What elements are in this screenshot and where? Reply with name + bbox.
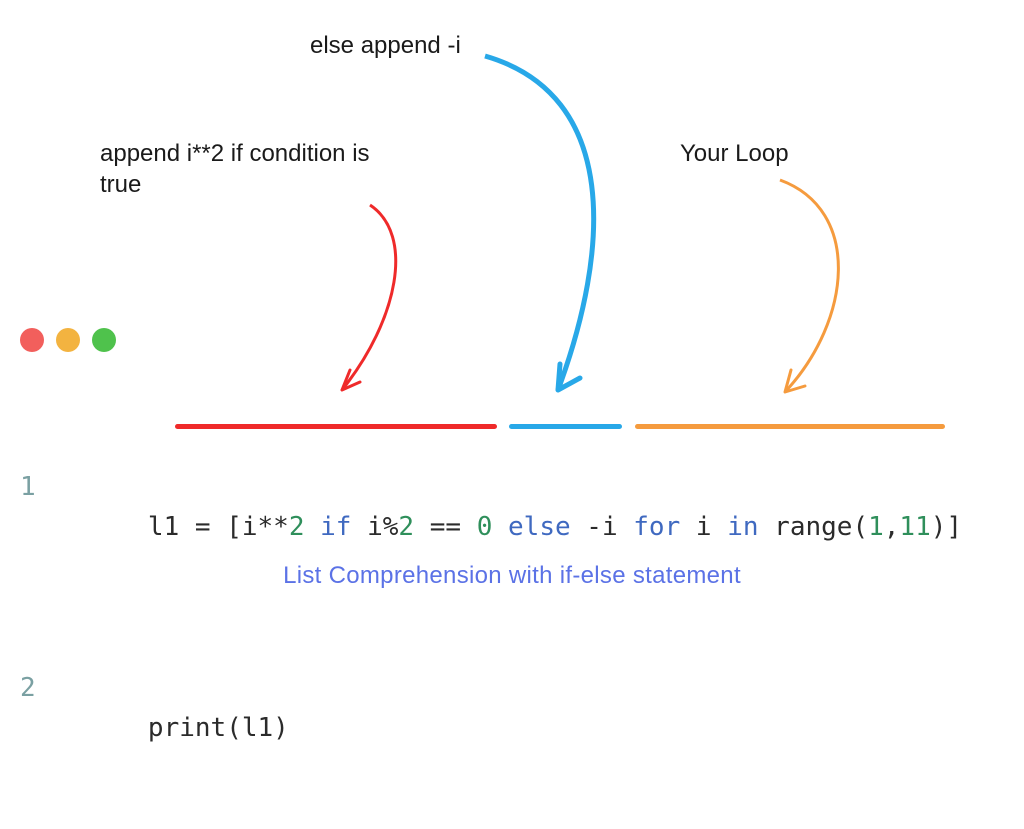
code-line-2: 2 print(l1) — [20, 668, 962, 789]
fn-print: print — [148, 713, 226, 743]
fn-range: range — [774, 512, 852, 542]
caption: List Comprehension with if-else statemen… — [0, 562, 1024, 590]
arrow-if — [342, 205, 396, 390]
underline-if — [175, 424, 497, 429]
annotation-loop: Your Loop — [680, 138, 789, 169]
arrow-else — [485, 56, 594, 390]
code-snippet: 1 l1 = [i**2 if i%2 == 0 else -i for i i… — [20, 386, 962, 829]
window-dots — [20, 328, 116, 352]
kw-else: else — [508, 512, 571, 542]
kw-for: for — [633, 512, 680, 542]
underline-else — [509, 424, 622, 429]
dot-yellow-icon — [56, 328, 80, 352]
underline-loop — [635, 424, 945, 429]
var-l1: l1 — [148, 512, 179, 542]
line-number: 2 — [20, 668, 54, 789]
arrow-loop — [780, 180, 838, 392]
dot-red-icon — [20, 328, 44, 352]
kw-if: if — [320, 512, 351, 542]
dot-green-icon — [92, 328, 116, 352]
annotation-else: else append -i — [310, 30, 461, 61]
kw-in: in — [727, 512, 758, 542]
annotation-if-true: append i**2 if condition is true — [100, 138, 410, 200]
